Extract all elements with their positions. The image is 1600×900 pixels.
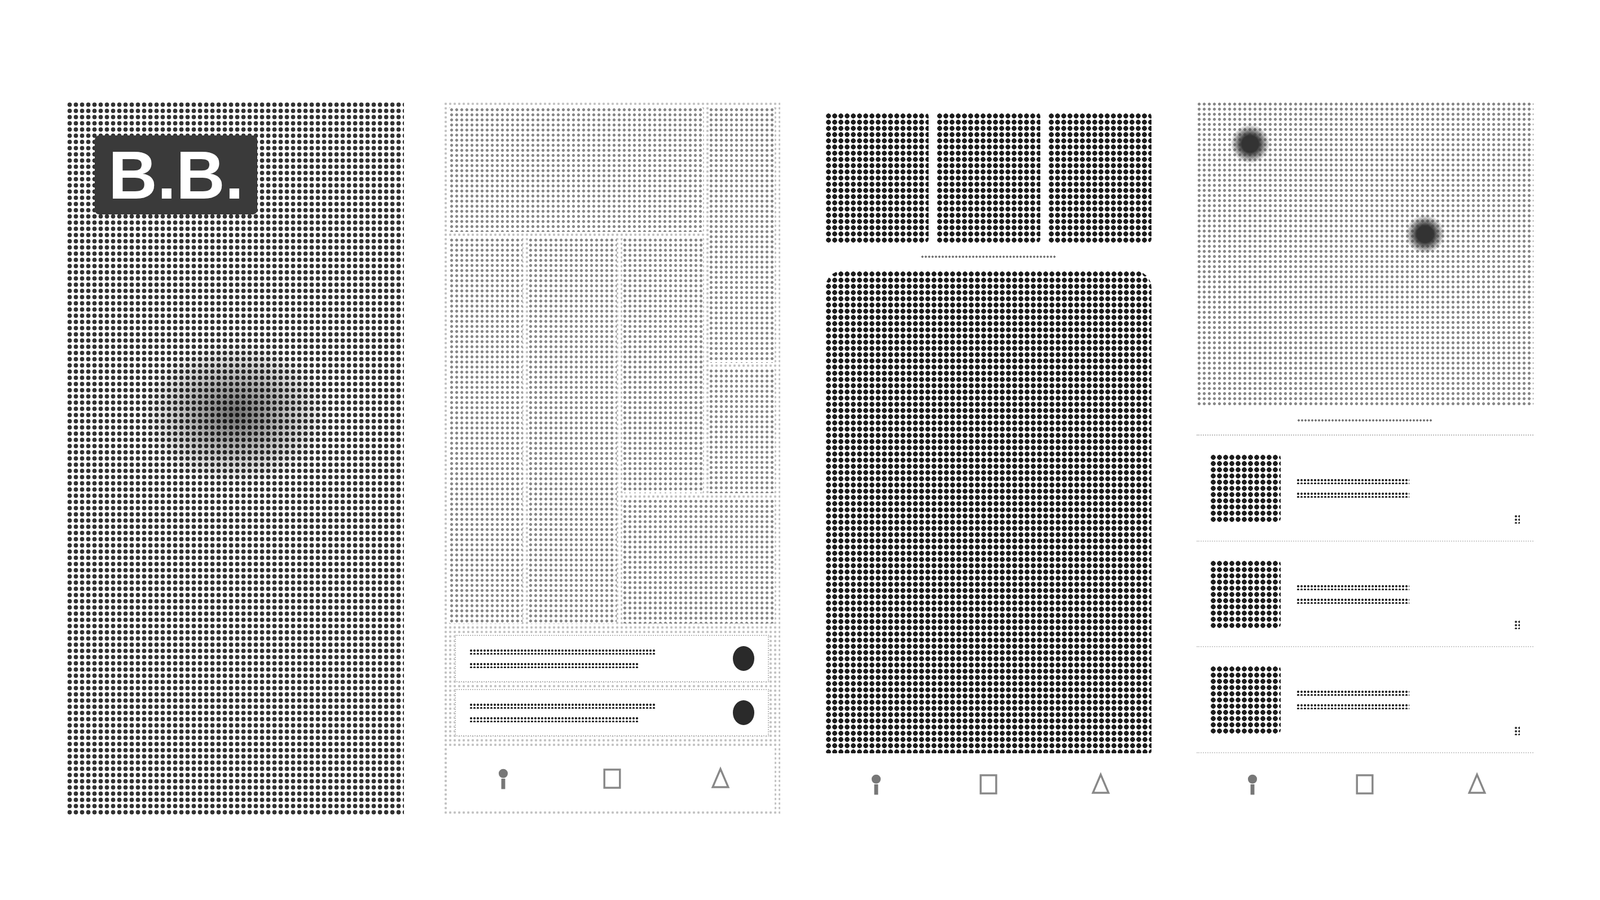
bell-icon[interactable] (707, 765, 734, 792)
person-icon[interactable] (1239, 771, 1266, 798)
thumbnail[interactable] (936, 112, 1040, 243)
splash-mark (139, 340, 332, 487)
list-row[interactable] (1196, 435, 1534, 542)
list-row[interactable] (1196, 541, 1534, 648)
list-row[interactable] (454, 634, 769, 683)
item-list (1196, 434, 1534, 754)
thumbnail[interactable] (825, 112, 929, 243)
text-placeholder (1296, 598, 1410, 604)
list-row[interactable] (454, 688, 769, 737)
grid-tile[interactable] (449, 237, 523, 624)
grid-tile[interactable] (622, 237, 703, 494)
item-list (449, 623, 775, 748)
text-placeholder (469, 648, 656, 655)
pin-icon[interactable] (1230, 124, 1270, 164)
phone-screen (819, 101, 1157, 816)
text-placeholder (469, 662, 639, 668)
tab-bar (449, 747, 775, 810)
person-icon[interactable] (863, 771, 890, 798)
tag-icon[interactable] (1351, 771, 1378, 798)
list-row[interactable] (1196, 647, 1534, 754)
mockup-canvas: B.B. (0, 0, 1600, 900)
logo: B.B. (94, 135, 258, 215)
tab-bar (1196, 753, 1534, 816)
grid-tile[interactable] (528, 237, 617, 624)
phone-screen: B.B. (66, 101, 404, 816)
tile-grid (449, 107, 775, 624)
grid-tile[interactable] (708, 107, 775, 363)
tag-icon[interactable] (599, 765, 626, 792)
thumbnail (1210, 665, 1281, 734)
grid-tile[interactable] (449, 107, 703, 232)
text-placeholder (1296, 478, 1410, 485)
thumbnail (1210, 560, 1281, 628)
pin-icon[interactable] (1405, 214, 1445, 254)
thumbnail[interactable] (1048, 112, 1152, 243)
grid-tile[interactable] (622, 498, 776, 624)
text-placeholder (469, 716, 639, 723)
more-icon[interactable] (1514, 514, 1520, 524)
bell-icon[interactable] (1087, 771, 1114, 798)
text-placeholder (1296, 584, 1410, 591)
avatar-icon (732, 700, 755, 725)
thumbnail-row (819, 101, 1157, 243)
text-placeholder (1296, 491, 1410, 498)
more-icon[interactable] (1514, 620, 1520, 630)
divider (1297, 418, 1433, 423)
map-view[interactable] (1196, 101, 1534, 407)
divider (920, 255, 1057, 259)
avatar-icon (732, 645, 755, 671)
bell-icon[interactable] (1464, 771, 1490, 798)
thumbnail (1210, 454, 1281, 522)
phone-screen (443, 101, 781, 816)
text-placeholder (1296, 689, 1410, 696)
person-icon[interactable] (490, 765, 517, 792)
content-panel (825, 270, 1151, 754)
phone-screen (1196, 101, 1534, 816)
grid-tile[interactable] (708, 368, 775, 494)
text-placeholder (1296, 703, 1410, 710)
tag-icon[interactable] (975, 771, 1002, 798)
text-placeholder (469, 702, 656, 709)
tab-bar (819, 753, 1157, 816)
more-icon[interactable] (1514, 726, 1520, 736)
